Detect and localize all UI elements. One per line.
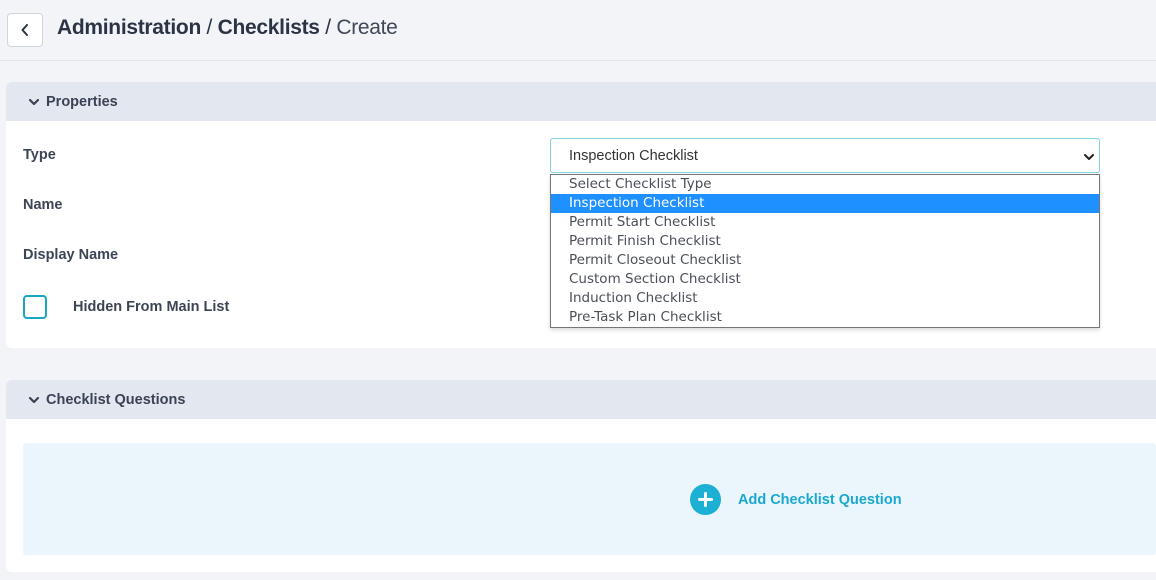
- type-select[interactable]: Inspection Checklist: [550, 138, 1100, 173]
- properties-title: Properties: [46, 93, 118, 110]
- add-checklist-question-button[interactable]: Add Checklist Question: [690, 484, 902, 515]
- type-option[interactable]: Permit Start Checklist: [551, 213, 1099, 232]
- breadcrumb-create: Create: [336, 16, 398, 39]
- type-option-selected[interactable]: Inspection Checklist: [551, 194, 1099, 213]
- back-button[interactable]: [7, 13, 43, 47]
- chevron-down-icon: [28, 396, 40, 403]
- breadcrumb: Administration / Checklists / Create: [57, 16, 398, 40]
- display-name-label: Display Name: [23, 247, 119, 263]
- type-select-value: Inspection Checklist: [569, 147, 698, 164]
- type-option[interactable]: Custom Section Checklist: [551, 270, 1099, 289]
- name-label: Name: [23, 197, 63, 213]
- type-option[interactable]: Select Checklist Type: [551, 175, 1099, 194]
- breadcrumb-separator: /: [206, 16, 213, 39]
- chevron-down-icon: [1084, 154, 1094, 160]
- checklist-questions-panel-header[interactable]: Checklist Questions: [6, 380, 1156, 419]
- chevron-left-icon: [21, 24, 28, 36]
- breadcrumb-administration[interactable]: Administration: [57, 16, 201, 39]
- type-option[interactable]: Induction Checklist: [551, 289, 1099, 308]
- type-label: Type: [23, 147, 56, 163]
- chevron-down-icon: [28, 98, 40, 105]
- add-question-area: Add Checklist Question: [23, 443, 1156, 555]
- hidden-from-main-list-checkbox[interactable]: [23, 295, 47, 319]
- page-header: Administration / Checklists / Create: [0, 0, 1156, 61]
- properties-panel-header[interactable]: Properties: [6, 82, 1156, 121]
- hidden-from-main-list-label[interactable]: Hidden From Main List: [73, 299, 229, 315]
- plus-circle-icon: [690, 484, 721, 515]
- type-option[interactable]: Pre-Task Plan Checklist: [551, 308, 1099, 327]
- breadcrumb-checklists[interactable]: Checklists: [218, 16, 320, 39]
- type-option[interactable]: Permit Finish Checklist: [551, 232, 1099, 251]
- checklist-questions-panel: Checklist Questions Add Checklist Questi…: [6, 380, 1156, 572]
- type-option[interactable]: Permit Closeout Checklist: [551, 251, 1099, 270]
- checklist-questions-title: Checklist Questions: [46, 391, 186, 408]
- add-checklist-question-label: Add Checklist Question: [738, 491, 902, 508]
- breadcrumb-separator: /: [325, 16, 331, 39]
- type-select-dropdown: Select Checklist Type Inspection Checkli…: [550, 174, 1100, 328]
